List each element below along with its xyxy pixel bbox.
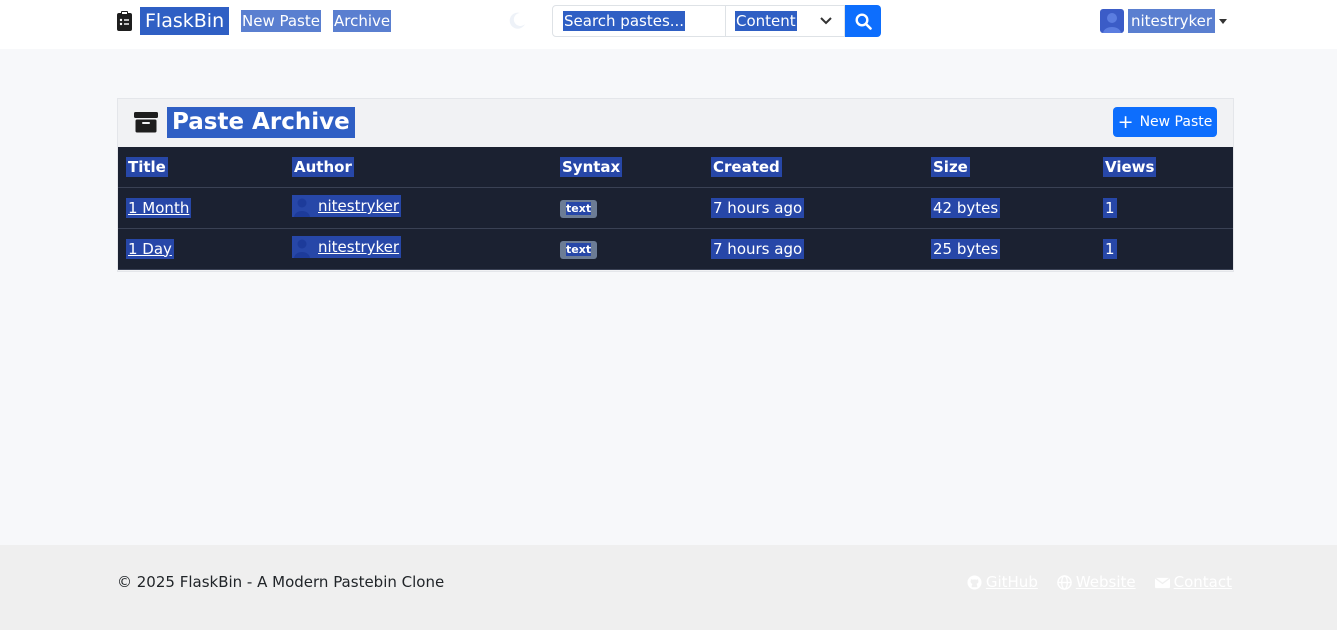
table-header-row: Title Author Syntax Created Size Views bbox=[118, 147, 1233, 188]
created-cell: 7 hours ago bbox=[703, 187, 923, 229]
github-icon bbox=[967, 574, 982, 590]
search-scope-select[interactable]: Content bbox=[726, 5, 845, 37]
column-header-views[interactable]: Views bbox=[1095, 147, 1233, 188]
footer: © 2025 FlaskBin - A Modern Pastebin Clon… bbox=[0, 545, 1337, 630]
paste-title-link[interactable]: 1 Month bbox=[126, 197, 192, 218]
column-header-syntax[interactable]: Syntax bbox=[552, 147, 703, 188]
archive-box-icon bbox=[134, 112, 158, 133]
column-header-author[interactable]: Author bbox=[284, 147, 552, 188]
column-header-size[interactable]: Size bbox=[923, 147, 1095, 188]
user-name: nitestryker bbox=[1128, 9, 1216, 33]
size-cell: 25 bytes bbox=[923, 228, 1095, 270]
footer-link-contact[interactable]: Contact bbox=[1154, 572, 1232, 592]
envelope-icon bbox=[1154, 577, 1170, 588]
column-header-title[interactable]: Title bbox=[118, 147, 284, 188]
search-button[interactable] bbox=[845, 5, 881, 37]
footer-link-github[interactable]: GitHub bbox=[967, 572, 1038, 592]
new-paste-button-label: New Paste bbox=[1139, 114, 1213, 130]
user-icon bbox=[1103, 13, 1121, 33]
size-cell: 42 bytes bbox=[923, 187, 1095, 229]
search-input[interactable]: Search pastes... bbox=[552, 5, 726, 37]
syntax-badge: text bbox=[560, 200, 598, 218]
globe-icon bbox=[1057, 574, 1072, 590]
author-avatar-icon bbox=[292, 236, 312, 258]
footer-link-website[interactable]: Website bbox=[1057, 572, 1136, 592]
search-icon bbox=[854, 12, 872, 30]
views-cell: 1 bbox=[1095, 187, 1233, 229]
column-header-created[interactable]: Created bbox=[703, 147, 923, 188]
nav-new-paste[interactable]: New Paste bbox=[241, 10, 321, 32]
search-placeholder: Search pastes... bbox=[563, 11, 686, 31]
chevron-down-icon bbox=[820, 17, 832, 25]
card-header: Paste Archive + New Paste bbox=[118, 99, 1233, 147]
new-paste-button[interactable]: + New Paste bbox=[1113, 107, 1217, 137]
archive-table: Title Author Syntax Created Size Views 1… bbox=[118, 147, 1233, 270]
archive-card: Paste Archive + New Paste Title Author S… bbox=[117, 98, 1234, 272]
syntax-cell: text bbox=[552, 228, 703, 270]
syntax-badge: text bbox=[560, 241, 598, 259]
plus-icon: + bbox=[1117, 110, 1134, 133]
author-name: nitestryker bbox=[318, 197, 400, 215]
table-row: 1 Month nitestryker text 7 hours ago 42 … bbox=[118, 187, 1233, 229]
navbar: FlaskBin New Paste Archive Search pastes… bbox=[0, 0, 1337, 49]
author-name: nitestryker bbox=[318, 238, 400, 256]
views-cell: 1 bbox=[1095, 228, 1233, 270]
avatar bbox=[1100, 9, 1124, 33]
author-link[interactable]: nitestryker bbox=[292, 236, 402, 258]
footer-links: GitHub Website Contact bbox=[967, 572, 1232, 592]
table-row: 1 Day nitestryker text 7 hours ago 25 by… bbox=[118, 228, 1233, 270]
author-avatar-icon bbox=[292, 195, 312, 217]
author-cell: nitestryker bbox=[284, 228, 552, 270]
user-menu-toggle[interactable]: nitestryker bbox=[1100, 8, 1228, 34]
paste-title-cell: 1 Day bbox=[118, 228, 284, 270]
caret-down-icon bbox=[1219, 18, 1228, 24]
brand-link[interactable]: FlaskBin bbox=[117, 7, 230, 35]
author-cell: nitestryker bbox=[284, 187, 552, 229]
created-cell: 7 hours ago bbox=[703, 228, 923, 270]
clipboard-list-icon bbox=[117, 11, 132, 31]
search-form: Search pastes... Content bbox=[552, 5, 881, 37]
syntax-cell: text bbox=[552, 187, 703, 229]
nav-archive[interactable]: Archive bbox=[333, 10, 392, 32]
moon-icon[interactable] bbox=[509, 11, 527, 29]
search-scope-value: Content bbox=[735, 11, 797, 31]
author-link[interactable]: nitestryker bbox=[292, 195, 402, 217]
paste-title-cell: 1 Month bbox=[118, 187, 284, 229]
paste-title-link[interactable]: 1 Day bbox=[126, 238, 174, 259]
copyright-text: © 2025 FlaskBin - A Modern Pastebin Clon… bbox=[117, 573, 445, 591]
page-title: Paste Archive bbox=[167, 107, 355, 138]
brand-name: FlaskBin bbox=[140, 7, 230, 35]
